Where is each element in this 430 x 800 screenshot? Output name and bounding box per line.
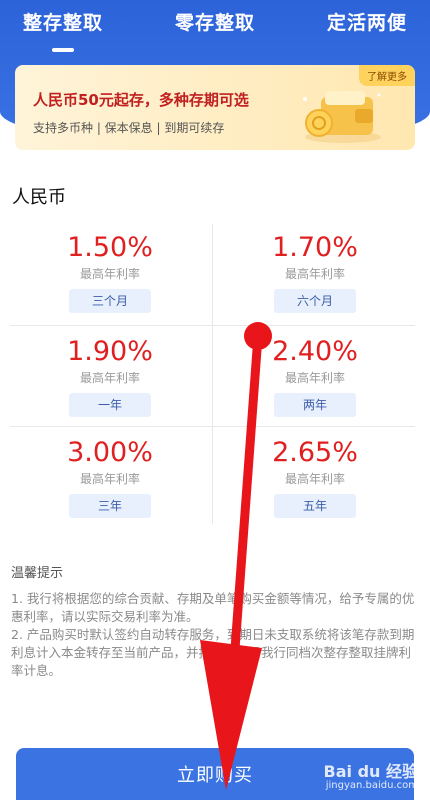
promo-title: 人民币50元起存，多种存期可选 — [33, 91, 249, 109]
rate-value: 1.90% — [67, 336, 153, 367]
promo-banner[interactable]: 人民币50元起存，多种存期可选 支持多币种 | 保本保息 | 到期可续存 了解更… — [15, 65, 415, 150]
rate-card-5y[interactable]: 2.65% 最高年利率 五年 — [215, 427, 415, 527]
rate-value: 3.00% — [67, 437, 153, 468]
rate-label: 最高年利率 — [284, 267, 345, 281]
promo-subtitle: 支持多币种 | 保本保息 | 到期可续存 — [33, 121, 225, 135]
rate-value: 1.50% — [67, 232, 153, 263]
wallet-coin-icon — [303, 91, 381, 143]
rate-card-3y[interactable]: 3.00% 最高年利率 三年 — [10, 427, 210, 527]
term-badge: 三个月 — [69, 289, 151, 313]
tab-lump-sum[interactable]: 整存整取 — [23, 0, 103, 52]
rate-label: 最高年利率 — [79, 472, 140, 486]
tab-label: 零存整取 — [174, 12, 255, 34]
grid-divider — [212, 224, 213, 524]
rate-value: 2.65% — [272, 437, 358, 468]
tip-line: 2. 产品购买时默认签约自动转存服务，到期日未支取系统将该笔存款到期利息计入本金… — [11, 627, 415, 678]
term-badge: 一年 — [69, 393, 151, 417]
rate-card-2y[interactable]: 2.40% 最高年利率 两年 — [215, 326, 415, 426]
tips-text: 1. 我行将根据您的综合贡献、存期及单笔购买金额等情况，给予专属的优惠利率，请以… — [11, 590, 419, 680]
term-badge: 三年 — [69, 494, 151, 518]
rate-value: 1.70% — [272, 232, 358, 263]
learn-more-badge[interactable]: 了解更多 — [359, 65, 415, 86]
rate-value: 2.40% — [272, 336, 358, 367]
tab-label: 整存整取 — [23, 12, 104, 34]
term-badge: 五年 — [274, 494, 356, 518]
rate-label: 最高年利率 — [284, 472, 345, 486]
tab-installment[interactable]: 零存整取 — [175, 0, 255, 52]
active-tab-indicator — [52, 48, 74, 52]
rate-label: 最高年利率 — [79, 371, 140, 385]
rate-label: 最高年利率 — [79, 267, 140, 281]
tip-line: 1. 我行将根据您的综合贡献、存期及单笔购买金额等情况，给予专属的优惠利率，请以… — [11, 591, 415, 624]
term-badge: 两年 — [274, 393, 356, 417]
rate-card-6m[interactable]: 1.70% 最高年利率 六个月 — [215, 222, 415, 322]
rate-card-1y[interactable]: 1.90% 最高年利率 一年 — [10, 326, 210, 426]
rate-label: 最高年利率 — [284, 371, 345, 385]
tab-flexible[interactable]: 定活两便 — [327, 0, 407, 52]
watermark-url: jingyan.baidu.com — [325, 780, 418, 791]
watermark-logo: Bai du 经验 — [323, 762, 418, 781]
tips-title: 温馨提示 — [11, 566, 64, 581]
currency-title: 人民币 — [12, 187, 66, 208]
rate-card-3m[interactable]: 1.50% 最高年利率 三个月 — [10, 222, 210, 322]
tab-bar: 整存整取 零存整取 定活两便 — [0, 0, 430, 52]
term-badge: 六个月 — [274, 289, 356, 313]
tab-label: 定活两便 — [326, 12, 407, 34]
rate-grid: 1.50% 最高年利率 三个月 1.70% 最高年利率 六个月 1.90% 最高… — [10, 222, 415, 527]
